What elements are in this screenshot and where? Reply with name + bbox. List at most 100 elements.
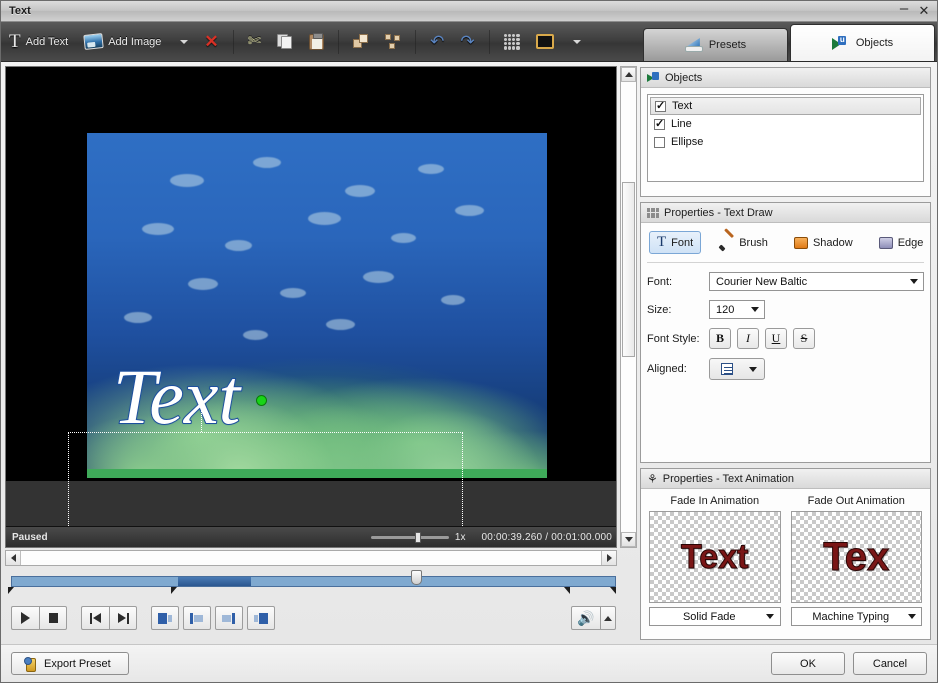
next-button[interactable]: [109, 606, 137, 630]
bold-button[interactable]: B: [709, 328, 731, 349]
preview-area: Text Paused 1x 00:00: [5, 66, 638, 548]
copy-button[interactable]: [270, 26, 300, 58]
grid-button[interactable]: [497, 26, 527, 58]
paste-button[interactable]: [302, 26, 331, 58]
mark-in-button[interactable]: [151, 606, 179, 630]
preview-status-bar: Paused 1x 00:00:39.260 / 00:01:00.000: [6, 526, 617, 547]
timeline-marker-in[interactable]: [171, 587, 177, 594]
add-text-button[interactable]: T Add Text: [2, 26, 75, 58]
tab-brush[interactable]: Brush: [711, 232, 776, 254]
redo-button[interactable]: ↷: [453, 26, 481, 58]
list-item-line[interactable]: Line: [650, 115, 921, 133]
video-preview[interactable]: Text Paused 1x 00:00: [5, 66, 617, 548]
horizontal-scroll-track[interactable]: [21, 551, 601, 565]
timeline-track[interactable]: [11, 576, 616, 587]
fade-out-select[interactable]: Machine Typing: [791, 607, 923, 626]
minimize-icon[interactable]: –: [897, 3, 911, 18]
timeline-marker-end[interactable]: [610, 587, 616, 594]
mark-segment-start-button[interactable]: [183, 606, 211, 630]
scroll-left-button[interactable]: [6, 551, 21, 565]
speed-slider-thumb[interactable]: [415, 532, 421, 543]
underline-button[interactable]: U: [765, 328, 787, 349]
video-frame: Text: [87, 133, 547, 478]
tab-presets[interactable]: Presets: [643, 28, 788, 61]
chevron-right-icon: [607, 554, 612, 562]
green-line-object: [87, 469, 547, 478]
cut-button[interactable]: ✄: [241, 26, 268, 58]
panel-tabs: Presets u Objects: [643, 21, 937, 61]
text-draw-group: Properties - Text Draw T Font Brush: [640, 202, 931, 463]
font-row: Font: Courier New Baltic: [647, 272, 924, 291]
toolbar-separator-2: [338, 30, 339, 54]
chevron-up-icon: [625, 72, 633, 77]
monitor-dropdown[interactable]: [563, 26, 588, 58]
scroll-up-button[interactable]: [621, 67, 636, 82]
scroll-right-button[interactable]: [601, 551, 616, 565]
chevron-up-icon: [604, 616, 612, 621]
timeline-marker-out[interactable]: [564, 587, 570, 594]
objects-icon: u: [832, 36, 849, 50]
fade-in-value: Solid Fade: [656, 611, 763, 623]
list-item-ellipse[interactable]: Ellipse: [650, 133, 921, 151]
add-image-button[interactable]: Add Image: [77, 26, 168, 58]
text-draw-title: Properties - Text Draw: [664, 207, 773, 219]
objects-listbox[interactable]: Text Line Ellipse: [647, 94, 924, 182]
tab-edge[interactable]: Edge: [871, 233, 932, 253]
fade-out-preview: Tex: [791, 511, 923, 603]
scroll-down-button[interactable]: [621, 532, 636, 547]
delete-button[interactable]: ✕: [197, 26, 225, 58]
volume-button[interactable]: 🔊: [571, 606, 601, 630]
speed-slider[interactable]: [371, 536, 449, 539]
title-bar: Text – ✕: [1, 1, 937, 22]
tab-font[interactable]: T Font: [649, 231, 701, 254]
ungroup-button[interactable]: [378, 26, 408, 58]
rotate-handle[interactable]: [256, 395, 267, 406]
speed-value: 1x: [455, 532, 466, 543]
checkbox-text[interactable]: [655, 101, 666, 112]
text-object-preview[interactable]: Text: [113, 358, 240, 436]
preview-vertical-scrollbar[interactable]: [620, 66, 637, 548]
transport-controls: 🔊: [5, 598, 622, 636]
vertical-scroll-track[interactable]: [621, 82, 636, 532]
size-select-value: 120: [716, 304, 747, 316]
close-icon[interactable]: ✕: [917, 3, 931, 18]
strikethrough-button[interactable]: S: [793, 328, 815, 349]
tab-shadow[interactable]: Shadow: [786, 233, 861, 253]
export-preset-button[interactable]: Export Preset: [11, 652, 129, 675]
monitor-button[interactable]: [529, 26, 561, 58]
fade-in-select[interactable]: Solid Fade: [649, 607, 781, 626]
undo-button[interactable]: ↶: [423, 26, 451, 58]
previous-button[interactable]: [81, 606, 109, 630]
group-icon: [353, 34, 369, 50]
timeline-marker-start[interactable]: [8, 587, 14, 594]
ok-button[interactable]: OK: [771, 652, 845, 675]
objects-group-body: Text Line Ellipse: [641, 88, 930, 196]
size-select[interactable]: 120: [709, 300, 765, 319]
play-button[interactable]: [11, 606, 39, 630]
stop-button[interactable]: [39, 606, 67, 630]
timeline-playhead[interactable]: [411, 570, 422, 585]
chevron-down-icon: [573, 40, 581, 44]
speed-control[interactable]: 1x: [48, 532, 482, 543]
objects-icon: [647, 72, 660, 83]
right-panel: Objects Text Line E: [638, 62, 937, 644]
font-select[interactable]: Courier New Baltic: [709, 272, 924, 291]
checkbox-ellipse[interactable]: [654, 137, 665, 148]
fade-in-label: Fade In Animation: [670, 495, 759, 507]
preview-horizontal-scrollbar[interactable]: [5, 550, 617, 566]
tab-objects[interactable]: u Objects: [790, 24, 935, 61]
list-item-text[interactable]: Text: [650, 97, 921, 115]
mark-segment-end-button[interactable]: [215, 606, 243, 630]
timeline[interactable]: [5, 572, 622, 598]
group-button[interactable]: [346, 26, 376, 58]
checkbox-line[interactable]: [654, 119, 665, 130]
tab-objects-label: Objects: [856, 37, 893, 49]
add-image-dropdown[interactable]: [170, 26, 195, 58]
mark-out-button[interactable]: [247, 606, 275, 630]
italic-button[interactable]: I: [737, 328, 759, 349]
cancel-button[interactable]: Cancel: [853, 652, 927, 675]
volume-expand-button[interactable]: [601, 606, 616, 630]
export-icon: [24, 657, 38, 671]
vertical-scroll-thumb[interactable]: [622, 182, 635, 357]
align-select[interactable]: [709, 358, 765, 380]
